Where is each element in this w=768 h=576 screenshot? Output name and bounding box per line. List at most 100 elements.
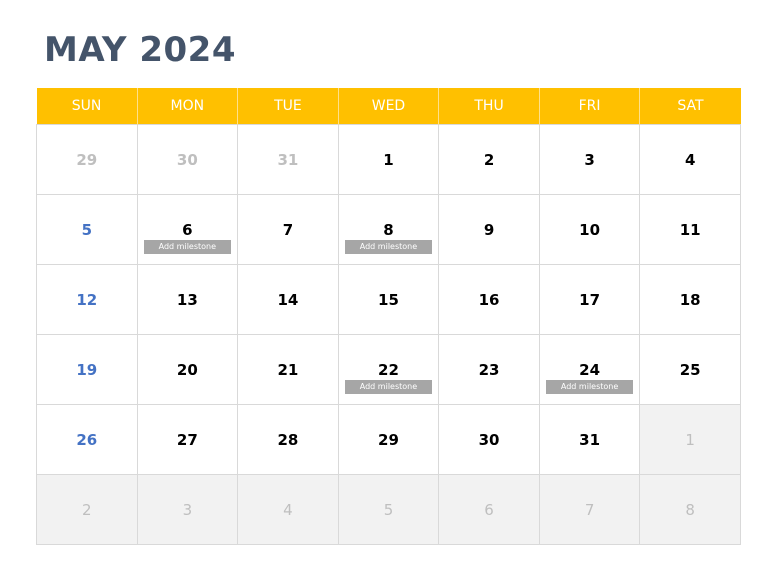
calendar-grid: SUN MON TUE WED THU FRI SAT 29 30 31 1 2 3 4 5 6 Add mi… (36, 88, 741, 545)
weekday-header-sat: SAT (639, 88, 741, 125)
day-number: 25 (679, 361, 701, 379)
week-row: 12 13 14 15 16 17 18 (36, 264, 741, 335)
day-number: 31 (277, 151, 299, 169)
day-number: 5 (81, 221, 92, 239)
day-number: 30 (478, 431, 500, 449)
day-cell[interactable]: 29 (337, 404, 440, 475)
weekday-header-mon: MON (136, 88, 239, 125)
day-cell[interactable]: 17 (538, 264, 641, 335)
day-number: 7 (584, 501, 595, 519)
day-cell[interactable]: 13 (136, 264, 239, 335)
add-milestone-button[interactable]: Add milestone (344, 380, 432, 394)
day-cell[interactable]: 20 (136, 334, 239, 405)
day-cell[interactable]: 16 (438, 264, 540, 335)
day-cell[interactable]: 28 (237, 404, 339, 475)
day-number: 5 (383, 501, 394, 519)
day-cell[interactable]: 11 (639, 194, 741, 265)
day-cell[interactable]: 7 (237, 194, 339, 265)
day-cell[interactable]: 22 Add milestone (337, 334, 440, 405)
day-number: 28 (277, 431, 299, 449)
day-number: 8 (383, 221, 394, 239)
day-cell[interactable]: 21 (237, 334, 339, 405)
day-cell[interactable]: 3 (136, 474, 239, 545)
day-cell[interactable]: 2 (438, 124, 540, 195)
day-cell[interactable]: 9 (438, 194, 540, 265)
day-number: 24 (579, 361, 601, 379)
day-number: 19 (76, 361, 98, 379)
day-cell[interactable]: 15 (337, 264, 440, 335)
day-number: 26 (76, 431, 98, 449)
day-number: 7 (282, 221, 294, 239)
day-cell[interactable]: 6 (438, 474, 540, 545)
day-number: 6 (484, 501, 494, 519)
calendar-body: 29 30 31 1 2 3 4 5 6 Add milestone 7 8 Add milestone… (36, 124, 741, 545)
day-number: 29 (76, 151, 98, 169)
day-number: 8 (685, 501, 695, 519)
day-cell[interactable]: 3 (538, 124, 641, 195)
day-number: 14 (277, 291, 299, 309)
day-number: 3 (182, 501, 193, 519)
day-cell[interactable]: 5 (337, 474, 440, 545)
week-row: 2 3 4 5 6 7 8 (36, 474, 741, 545)
day-number: 12 (76, 291, 98, 309)
day-cell[interactable]: 4 (639, 124, 741, 195)
day-cell[interactable]: 18 (639, 264, 741, 335)
day-cell[interactable]: 30 (136, 124, 239, 195)
day-number: 22 (378, 361, 399, 379)
day-cell[interactable]: 29 (36, 124, 138, 195)
day-number: 17 (579, 291, 601, 309)
day-number: 2 (483, 151, 495, 169)
day-number: 2 (82, 501, 92, 519)
day-number: 29 (378, 431, 399, 449)
week-row: 26 27 28 29 30 31 1 (36, 404, 741, 475)
day-cell[interactable]: 19 (36, 334, 138, 405)
weekday-header-row: SUN MON TUE WED THU FRI SAT (36, 88, 741, 125)
day-number: 4 (684, 151, 696, 169)
day-cell[interactable]: 30 (438, 404, 540, 475)
day-cell[interactable]: 26 (36, 404, 138, 475)
day-cell[interactable]: 27 (136, 404, 239, 475)
week-row: 29 30 31 1 2 3 4 (36, 124, 741, 195)
day-cell[interactable]: 12 (36, 264, 138, 335)
day-cell[interactable]: 5 (36, 194, 138, 265)
weekday-header-fri: FRI (538, 88, 641, 125)
day-cell[interactable]: 6 Add milestone (136, 194, 239, 265)
weekday-header-thu: THU (438, 88, 540, 125)
day-cell[interactable]: 1 (337, 124, 440, 195)
day-cell[interactable]: 2 (36, 474, 138, 545)
add-milestone-button[interactable]: Add milestone (344, 240, 432, 254)
add-milestone-button[interactable]: Add milestone (143, 240, 231, 254)
day-cell[interactable]: 23 (438, 334, 540, 405)
day-cell[interactable]: 14 (237, 264, 339, 335)
day-number: 9 (483, 221, 495, 239)
add-milestone-button[interactable]: Add milestone (546, 380, 634, 394)
day-cell[interactable]: 1 (639, 404, 741, 475)
day-cell[interactable]: 31 (538, 404, 641, 475)
day-number: 23 (478, 361, 500, 379)
day-number: 6 (182, 221, 193, 239)
day-cell[interactable]: 25 (639, 334, 741, 405)
day-number: 27 (176, 431, 198, 449)
day-number: 1 (685, 431, 695, 449)
day-number: 21 (277, 361, 299, 379)
day-number: 31 (579, 431, 601, 449)
day-cell[interactable]: 4 (237, 474, 339, 545)
day-cell[interactable]: 31 (237, 124, 339, 195)
day-number: 11 (679, 221, 701, 239)
day-cell[interactable]: 24 Add milestone (538, 334, 641, 405)
month-title: MAY 2024 (44, 30, 236, 70)
day-number: 13 (176, 291, 198, 309)
week-row: 19 20 21 22 Add milestone 23 24 Add milestone 25 (36, 334, 741, 405)
weekday-header-wed: WED (337, 88, 440, 125)
weekday-header-tue: TUE (237, 88, 339, 125)
day-cell[interactable]: 10 (538, 194, 641, 265)
day-number: 30 (176, 151, 198, 169)
day-number: 18 (679, 291, 701, 309)
day-cell[interactable]: 7 (538, 474, 641, 545)
day-number: 20 (176, 361, 198, 379)
day-cell[interactable]: 8 Add milestone (337, 194, 440, 265)
day-number: 3 (584, 151, 595, 169)
day-cell[interactable]: 8 (639, 474, 741, 545)
weekday-header-sun: SUN (36, 88, 138, 125)
day-number: 1 (383, 151, 394, 169)
